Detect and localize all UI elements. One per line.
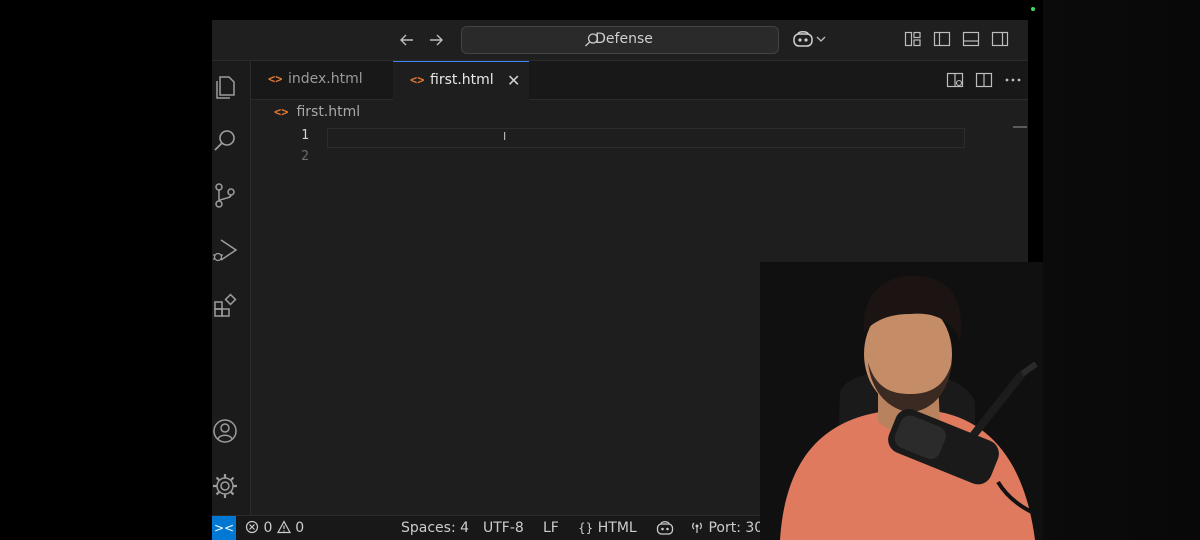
tab-label: index.html [288,71,363,87]
indentation-indicator[interactable]: Spaces: 4 [401,520,469,536]
toggle-panel-icon[interactable] [962,30,980,48]
braces-icon: {} [578,521,594,535]
html-file-icon: <> [268,72,283,86]
chevron-down-icon[interactable] [815,30,827,48]
breadcrumb-file: first.html [296,104,361,120]
text-cursor-icon: I [503,130,507,143]
language-label: HTML [597,520,637,536]
run-debug-icon[interactable] [212,236,238,264]
search-icon[interactable] [212,127,238,155]
breadcrumb[interactable]: <> first.html [274,104,360,120]
screen: Defense <> index.html <> first.html ✕ <>… [0,0,1200,540]
warning-count: 0 [295,520,305,536]
search-label: Defense [595,31,653,47]
presenter-video [760,262,1043,540]
recording-indicator [1031,7,1035,11]
broadcast-icon [692,522,702,533]
remote-indicator[interactable]: >< [212,516,236,540]
html-file-icon: <> [410,73,425,87]
arrow-left-icon[interactable] [397,30,417,50]
command-center-search[interactable]: Defense [461,26,779,54]
settings-gear-icon[interactable] [212,472,238,500]
source-control-icon[interactable] [212,181,238,209]
eol-indicator[interactable]: LF [543,520,559,536]
live-server-port[interactable]: Port: 30 [690,520,763,536]
close-icon[interactable]: ✕ [507,71,520,90]
warning-icon [276,520,291,534]
more-actions-icon[interactable] [1004,71,1022,89]
toggle-secondary-sidebar-icon[interactable] [991,30,1009,48]
error-count: 0 [263,520,273,536]
copilot-status-icon[interactable] [656,520,674,540]
title-bar: Defense [212,20,1028,61]
background-panel [1043,0,1200,540]
problems-indicator[interactable]: 0 0 [245,520,304,536]
port-label: Port: 30 [708,520,764,536]
encoding-indicator[interactable]: UTF-8 [483,520,524,536]
error-icon [245,520,259,534]
current-line-highlight [327,128,965,148]
activity-bar [212,61,251,515]
line-number: 1 [301,128,309,143]
open-preview-icon[interactable] [946,71,964,89]
toggle-sidebar-icon[interactable] [933,30,951,48]
copilot-icon[interactable] [792,30,814,48]
arrow-right-icon[interactable] [426,30,446,50]
split-editor-icon[interactable] [975,71,993,89]
customize-layout-icon[interactable] [904,30,922,48]
explorer-icon[interactable] [212,73,238,101]
webcam-overlay [760,262,1043,540]
tab-label: first.html [430,72,494,88]
account-icon[interactable] [212,417,238,445]
editor-tabs: <> index.html <> first.html ✕ [251,61,1028,100]
tab-first-html[interactable]: <> first.html ✕ [393,61,529,100]
tab-index-html[interactable]: <> index.html [251,61,393,99]
line-number: 2 [301,149,309,164]
html-file-icon: <> [274,105,289,119]
extensions-icon[interactable] [212,292,238,320]
minimap[interactable] [1013,126,1027,128]
language-mode-indicator[interactable]: {} HTML [578,520,637,536]
